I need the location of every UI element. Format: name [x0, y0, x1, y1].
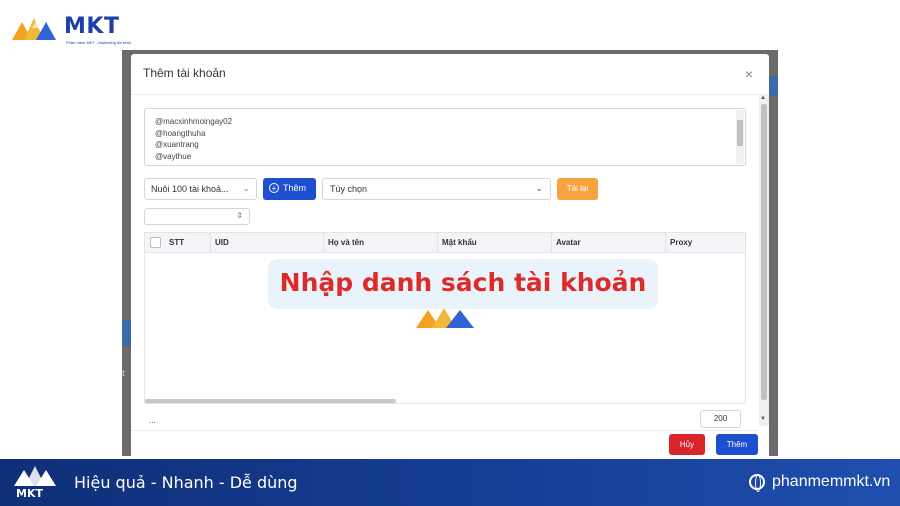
slogan: Hiệu quả - Nhanh - Dễ dùng	[74, 473, 298, 492]
mkt-watermark-icon	[416, 308, 474, 328]
textarea-scrollbar[interactable]	[736, 110, 744, 164]
website-link[interactable]: phanmemmkt.vn	[772, 473, 890, 491]
add-button[interactable]: + Thêm	[263, 178, 316, 200]
textarea-line: @hoangthuha	[155, 128, 206, 138]
chevron-down-icon: ⌄	[242, 183, 250, 193]
column-header-proxy[interactable]: Proxy	[665, 233, 745, 253]
cancel-button[interactable]: Hủy	[669, 434, 705, 455]
textarea-line: @vaythue	[155, 151, 192, 161]
top-logo: MKT Phần mềm MKT - Marketing đa kênh	[12, 12, 132, 46]
table-header: STT UID Họ và tên Mật khẩu Avatar Proxy	[145, 233, 745, 253]
divider	[131, 430, 759, 431]
backdrop-side-element	[122, 320, 131, 346]
textarea-line: @xuantrang	[155, 140, 199, 149]
page-size-input[interactable]: 200	[700, 410, 741, 428]
divider	[131, 94, 769, 95]
reload-button[interactable]: Tải lại	[557, 178, 598, 200]
mkt-logo-icon	[14, 466, 56, 486]
option-select[interactable]: Tùy chọn ⌄	[322, 178, 551, 200]
column-header-stt[interactable]: STT	[165, 233, 210, 253]
instruction-banner: Nhập danh sách tài khoản	[268, 259, 658, 309]
table-horizontal-scrollbar[interactable]	[145, 399, 396, 403]
brand-name: MKT	[64, 14, 120, 39]
mkt-logo-icon	[12, 18, 56, 40]
close-icon[interactable]: ×	[745, 66, 753, 82]
quantity-stepper[interactable]: ⇕	[144, 208, 250, 225]
brand-tagline: Phần mềm MKT - Marketing đa kênh	[66, 40, 132, 45]
add-account-modal: Thêm tài khoản × ▲ ▼ @macxinhmoingay02 @…	[131, 54, 769, 458]
modal-scrollbar-thumb[interactable]	[761, 104, 767, 400]
chevron-down-icon: ⌄	[535, 183, 543, 193]
scroll-up-icon[interactable]: ▲	[760, 95, 766, 101]
column-header-avatar[interactable]: Avatar	[551, 233, 665, 253]
select-all-checkbox[interactable]	[150, 237, 161, 248]
stepper-arrows-icon[interactable]: ⇕	[236, 211, 243, 220]
account-list-textarea[interactable]: @macxinhmoingay02 @hoangthuha @xuantrang…	[144, 108, 746, 166]
column-header-uid[interactable]: UID	[210, 233, 323, 253]
bottom-brand-bar: MKT Hiệu quả - Nhanh - Dễ dùng phanmemmk…	[0, 459, 900, 506]
add-button-label: Thêm	[283, 183, 307, 193]
bottom-brand-name: MKT	[16, 487, 43, 500]
plus-circle-icon: +	[269, 183, 279, 193]
option-select-value: Tùy chọn	[330, 184, 368, 194]
footer-text: ...	[149, 416, 156, 425]
submit-button[interactable]: Thêm	[716, 434, 758, 455]
account-group-value: Nuôi 100 tài khoả...	[151, 184, 229, 194]
banner-text: Nhập danh sách tài khoản	[279, 268, 647, 297]
account-group-select[interactable]: Nuôi 100 tài khoả... ⌄	[144, 178, 257, 200]
modal-title: Thêm tài khoản	[143, 66, 226, 80]
column-header-password[interactable]: Mật khẩu	[437, 233, 551, 253]
scroll-down-icon[interactable]: ▼	[760, 416, 766, 422]
backdrop-side-text: t	[122, 368, 125, 378]
textarea-line: @macxinhmoingay02	[155, 117, 233, 126]
globe-icon	[749, 474, 765, 492]
column-header-name[interactable]: Họ và tên	[323, 233, 437, 253]
backdrop-side-element-right	[768, 76, 778, 96]
